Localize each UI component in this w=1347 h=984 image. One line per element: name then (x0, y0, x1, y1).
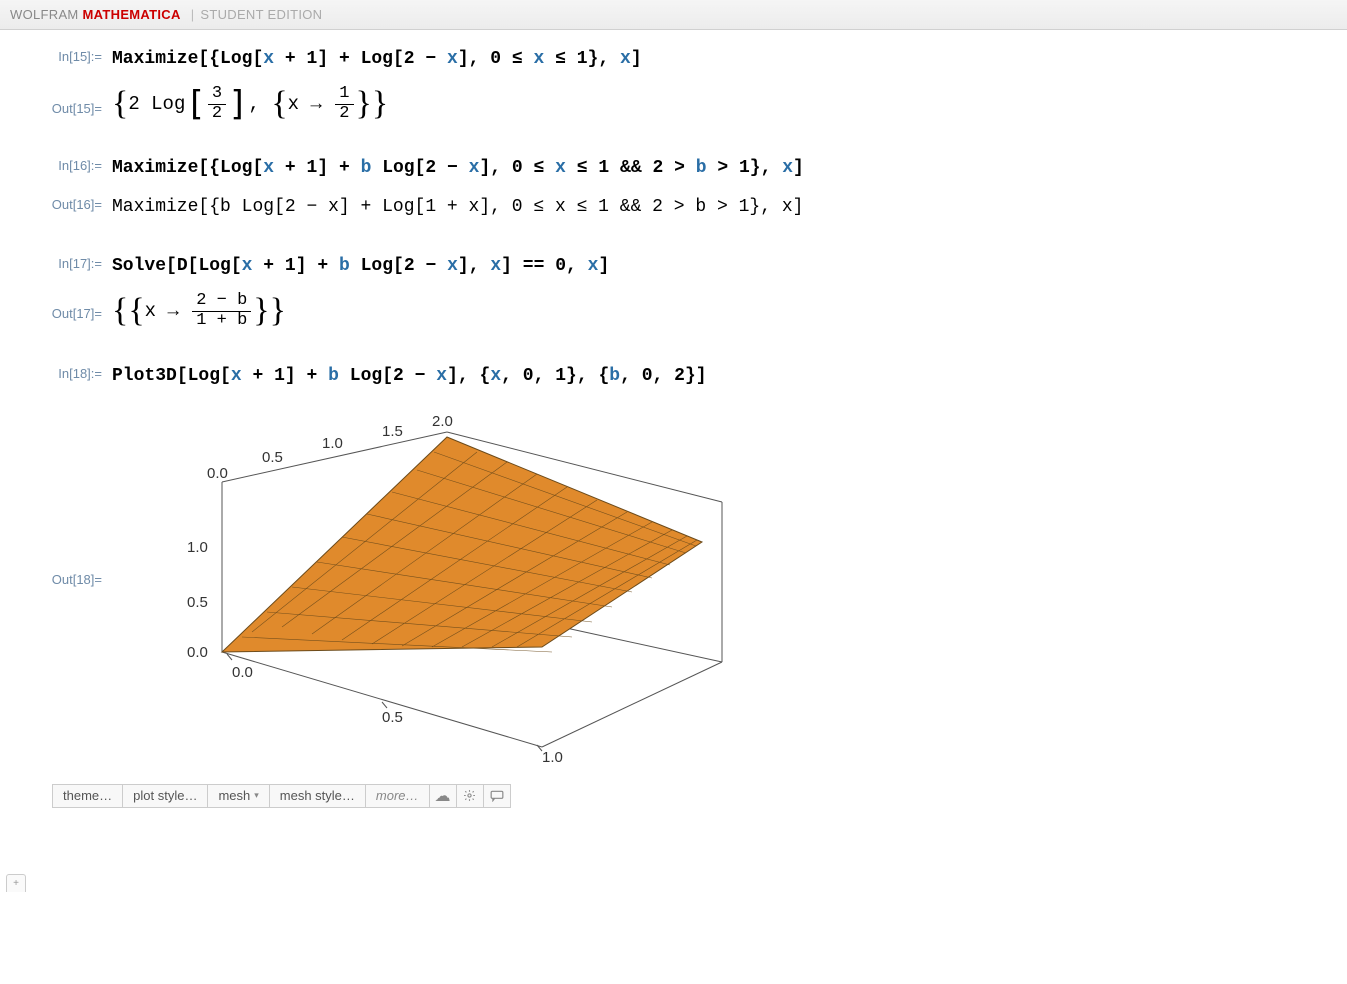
in-label-16: In[16]:= (0, 155, 112, 173)
tick-x-0: 0.0 (232, 664, 253, 681)
suggestion-bar: theme… plot style… mesh▾ mesh style… mor… (52, 784, 1347, 808)
in-body-16[interactable]: Maximize[{Log[x + 1] + b Log[2 − x], 0 ≤… (112, 155, 804, 182)
out-label-16: Out[16]= (0, 194, 112, 212)
in-label-17: In[17]:= (0, 253, 112, 271)
out-label-18: Out[18]= (0, 402, 112, 587)
in-label-15: In[15]:= (0, 46, 112, 64)
suggestion-comment-icon[interactable] (483, 784, 511, 808)
tick-x-05: 0.5 (382, 709, 403, 726)
suggestion-plot-style[interactable]: plot style… (122, 784, 208, 808)
out-label-15: Out[15]= (0, 85, 112, 116)
tick-z-10: 1.0 (187, 539, 208, 556)
tick-b-10: 1.0 (322, 435, 343, 452)
titlebar: WOLFRAM MATHEMATICA | STUDENT EDITION (0, 0, 1347, 30)
cell-in-17[interactable]: In[17]:= Solve[D[Log[x + 1] + b Log[2 − … (0, 247, 1347, 286)
in-label-18: In[18]:= (0, 363, 112, 381)
tick-z-0: 0.0 (187, 644, 208, 661)
cell-out-16: Out[16]= Maximize[{b Log[2 − x] + Log[1 … (0, 188, 1347, 227)
suggestion-cloud-icon[interactable]: ☁ (429, 784, 457, 808)
cell-in-15[interactable]: In[15]:= Maximize[{Log[x + 1] + Log[2 − … (0, 40, 1347, 79)
add-cell-button[interactable]: + (6, 874, 26, 892)
notebook-content[interactable]: In[15]:= Maximize[{Log[x + 1] + Log[2 − … (0, 30, 1347, 808)
brand-mathematica: MATHEMATICA (83, 7, 181, 22)
tick-b-15: 1.5 (382, 423, 403, 440)
brand-edition: STUDENT EDITION (200, 7, 322, 22)
out-label-17: Out[17]= (0, 292, 112, 321)
cell-out-15: Out[15]= {2 Log[32], {x → 12}} (0, 79, 1347, 129)
in-body-15[interactable]: Maximize[{Log[x + 1] + Log[2 − x], 0 ≤ x… (112, 46, 642, 73)
cell-out-17: Out[17]= {{x → 2 − b1 + b}} (0, 286, 1347, 336)
plot3d-output[interactable]: 0.0 0.5 1.0 1.5 2.0 0.0 0.5 1.0 0.0 0.5 … (112, 402, 742, 772)
caret-down-icon: ▾ (254, 790, 259, 801)
tick-b-0: 0.0 (207, 465, 228, 482)
tick-z-05: 0.5 (187, 594, 208, 611)
cell-in-16[interactable]: In[16]:= Maximize[{Log[x + 1] + b Log[2 … (0, 149, 1347, 188)
suggestion-mesh[interactable]: mesh▾ (207, 784, 269, 808)
in-body-18[interactable]: Plot3D[Log[x + 1] + b Log[2 − x], {x, 0,… (112, 363, 707, 390)
suggestion-mesh-style[interactable]: mesh style… (269, 784, 366, 808)
suggestion-theme[interactable]: theme… (52, 784, 123, 808)
tick-b-05: 0.5 (262, 449, 283, 466)
plus-icon: + (13, 878, 19, 889)
tick-b-20: 2.0 (432, 413, 453, 430)
tick-x-10: 1.0 (542, 749, 563, 766)
suggestion-gear-icon[interactable] (456, 784, 484, 808)
cell-in-18[interactable]: In[18]:= Plot3D[Log[x + 1] + b Log[2 − x… (0, 357, 1347, 396)
out-body-15: {2 Log[32], {x → 12}} (112, 85, 388, 123)
brand-divider: | (191, 7, 195, 22)
in-body-17[interactable]: Solve[D[Log[x + 1] + b Log[2 − x], x] ==… (112, 253, 609, 280)
out-body-16: Maximize[{b Log[2 − x] + Log[1 + x], 0 ≤… (112, 194, 803, 221)
brand-wolfram: WOLFRAM (10, 7, 79, 22)
suggestion-more[interactable]: more… (365, 784, 430, 808)
cell-out-18: Out[18]= (0, 396, 1347, 778)
out-body-17: {{x → 2 − b1 + b}} (112, 292, 286, 330)
